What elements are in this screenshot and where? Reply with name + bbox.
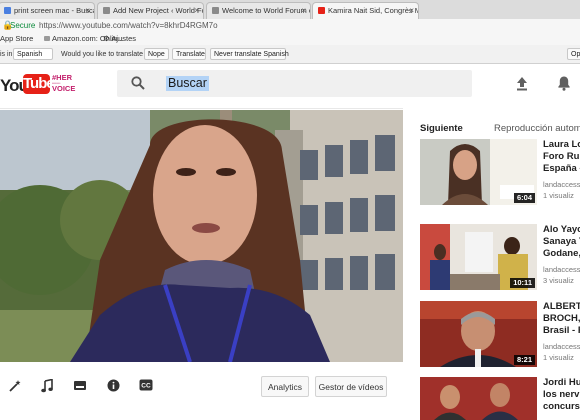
tab-3-title: Kamira Nait Sid, Congrès Mon [328, 6, 418, 15]
video-title-line: Alo Yayo [543, 224, 580, 235]
youtube-logo-tube[interactable]: Tube [23, 74, 55, 94]
video-title-line: Godane, [543, 248, 580, 259]
her-voice-tag-line-1: #HER [52, 73, 73, 82]
video-title[interactable]: Alo Yayo Sanaya Y Godane, [543, 224, 580, 260]
page-favicon-icon [103, 7, 110, 14]
annotations-icon[interactable] [73, 379, 87, 392]
tab-1-close-icon[interactable]: × [194, 3, 199, 19]
channel-name[interactable]: landaccess [543, 180, 580, 189]
magic-wand-icon[interactable] [8, 379, 22, 393]
language-select-value: Spanish [17, 51, 43, 58]
video-title-line: Sanaya Y [543, 236, 580, 247]
video-title-line: Laura Lo [543, 139, 580, 150]
video-thumbnail[interactable] [420, 377, 537, 420]
svg-text:CC: CC [141, 383, 151, 390]
video-frame [0, 110, 403, 362]
search-input[interactable]: Buscar [166, 76, 209, 91]
translate-prefix: is in [0, 51, 13, 58]
channel-name[interactable]: landaccess [543, 265, 580, 274]
captions-icon[interactable]: CC [139, 379, 153, 391]
secure-label: Secure [10, 21, 36, 30]
video-manager-button[interactable]: Gestor de vídeos [315, 376, 387, 397]
tab-0-close-icon[interactable]: × [85, 3, 90, 19]
info-icon[interactable] [107, 379, 120, 392]
video-title-line: Brasil - F [543, 325, 580, 336]
view-count: 3 visualiz [543, 276, 574, 285]
video-title-line: BROCH, [543, 313, 580, 324]
video-thumbnail[interactable]: 6:04 [420, 139, 537, 205]
video-title-line: ALBERTO [543, 301, 580, 312]
video-title-line: Foro Rur [543, 151, 580, 162]
tab-3-close-icon[interactable]: × [409, 3, 414, 19]
upload-icon[interactable] [515, 76, 529, 91]
google-favicon-icon [4, 7, 11, 14]
translate-button[interactable]: Translate [172, 48, 206, 60]
video-title[interactable]: Jordi Hu los nervi concursa [543, 377, 580, 413]
never-translate-button[interactable]: Never translate Spanish [210, 48, 289, 60]
video-title-line: concursa [543, 401, 580, 412]
tab-2[interactable]: Welcome to World Forum on × [206, 2, 311, 19]
language-select[interactable]: Spanish [13, 48, 53, 60]
analytics-button[interactable]: Analytics [261, 376, 309, 397]
gear-icon: ⚙ [103, 34, 110, 43]
tab-0[interactable]: print screen mac - Buscar co× [0, 2, 95, 19]
video-title-line: Jordi Hu [543, 377, 580, 388]
video-title[interactable]: ALBERTO BROCH, Brasil - F [543, 301, 580, 337]
view-count: 1 visualiz [543, 353, 574, 362]
search-icon[interactable] [131, 76, 145, 90]
youtube-favicon-icon [318, 7, 325, 14]
tab-3-active[interactable]: Kamira Nait Sid, Congrès Mon× [312, 2, 419, 19]
video-player[interactable] [0, 110, 403, 362]
tab-2-title: Welcome to World Forum on [222, 6, 311, 15]
view-count: 1 visualiz [543, 191, 574, 200]
autoplay-label: Reproducción automa [494, 123, 580, 134]
duration-badge: 8:21 [513, 355, 535, 365]
options-button[interactable]: Op [567, 48, 580, 60]
up-next-label: Siguiente [420, 123, 463, 134]
url-text[interactable]: https://www.youtube.com/watch?v=8khrD4RG… [39, 21, 218, 30]
nope-button[interactable]: Nope [144, 48, 169, 60]
folder-icon [44, 36, 50, 41]
music-note-icon[interactable] [41, 379, 53, 393]
duration-badge: 10:11 [510, 278, 535, 288]
video-title-line: España - [543, 163, 580, 174]
bookmark-ajustes[interactable]: ⚙ Ajustes [103, 34, 136, 43]
channel-name[interactable]: landaccess [543, 342, 580, 351]
duration-badge: 6:04 [513, 193, 535, 203]
video-title[interactable]: Laura Lo Foro Rur España - [543, 139, 580, 175]
translate-question: Would you like to translate it? [61, 51, 153, 58]
bell-icon[interactable] [557, 75, 571, 91]
tab-0-title: print screen mac - Buscar co [14, 6, 94, 15]
tab-1[interactable]: Add New Project ‹ World Foru × [97, 2, 204, 19]
her-voice-tag: #HER •••••••• VOICE [52, 73, 76, 93]
bookmark-app-store[interactable]: App Store [0, 34, 33, 43]
video-thumbnail[interactable]: 8:21 [420, 301, 537, 367]
thumbnail-image [420, 377, 537, 420]
bookmark-ajustes-label: Ajustes [111, 34, 137, 43]
her-voice-tag-line-2: VOICE [52, 84, 76, 93]
page-favicon-icon [212, 7, 219, 14]
tab-2-close-icon[interactable]: × [301, 3, 306, 19]
tab-1-title: Add New Project ‹ World Foru [113, 6, 204, 15]
video-thumbnail[interactable]: 10:11 [420, 224, 537, 290]
video-title-line: los nervi [543, 389, 580, 400]
